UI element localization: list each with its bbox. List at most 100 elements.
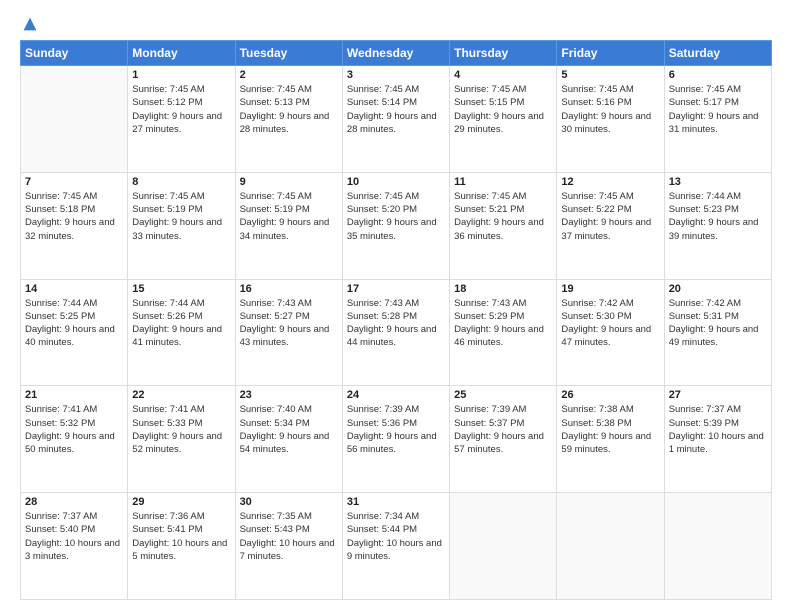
day-info: Sunrise: 7:41 AMSunset: 5:33 PMDaylight:…: [132, 403, 230, 456]
day-info: Sunrise: 7:36 AMSunset: 5:41 PMDaylight:…: [132, 510, 230, 563]
day-number: 21: [25, 389, 123, 401]
calendar-cell: 15Sunrise: 7:44 AMSunset: 5:26 PMDayligh…: [128, 279, 235, 386]
day-info: Sunrise: 7:37 AMSunset: 5:39 PMDaylight:…: [669, 403, 767, 456]
calendar-cell: 28 Sunrise: 7:37 AMSunset: 5:40 PMDayligh…: [21, 493, 128, 600]
day-info: Sunrise: 7:45 AMSunset: 5:18 PMDaylight:…: [25, 190, 123, 243]
day-number: 8: [132, 176, 230, 188]
calendar-cell: 31 Sunrise: 7:34 AMSunset: 5:44 PMDayligh…: [342, 493, 449, 600]
day-info: Sunrise: 7:45 AMSunset: 5:20 PMDaylight:…: [347, 190, 445, 243]
day-info: Sunrise: 7:37 AMSunset: 5:40 PMDaylight:…: [25, 510, 123, 563]
day-number: 11: [454, 176, 552, 188]
day-info: Sunrise: 7:39 AMSunset: 5:36 PMDaylight:…: [347, 403, 445, 456]
day-number: 25: [454, 389, 552, 401]
day-number: 13: [669, 176, 767, 188]
calendar-cell: [21, 66, 128, 173]
calendar-body: 1 Sunrise: 7:45 AMSunset: 5:12 PMDaylight…: [21, 66, 772, 600]
calendar-cell: [557, 493, 664, 600]
day-number: 9: [240, 176, 338, 188]
day-info: Sunrise: 7:39 AMSunset: 5:37 PMDaylight:…: [454, 403, 552, 456]
day-number: 4: [454, 69, 552, 81]
day-info: Sunrise: 7:34 AMSunset: 5:44 PMDaylight:…: [347, 510, 445, 563]
calendar-cell: 16 Sunrise: 7:43 AMSunset: 5:27 PMDayligh…: [235, 279, 342, 386]
header-monday: Monday: [128, 41, 235, 66]
day-number: 29: [132, 496, 230, 508]
day-info: Sunrise: 7:44 AMSunset: 5:23 PMDaylight:…: [669, 190, 767, 243]
calendar-cell: 19 Sunrise: 7:42 AMSunset: 5:30 PMDayligh…: [557, 279, 664, 386]
day-info: Sunrise: 7:38 AMSunset: 5:38 PMDaylight:…: [561, 403, 659, 456]
day-number: 14: [25, 283, 123, 295]
day-info: Sunrise: 7:45 AMSunset: 5:17 PMDaylight:…: [669, 83, 767, 136]
day-info: Sunrise: 7:45 AMSunset: 5:21 PMDaylight:…: [454, 190, 552, 243]
day-info: Sunrise: 7:45 AMSunset: 5:15 PMDaylight:…: [454, 83, 552, 136]
calendar-cell: 1 Sunrise: 7:45 AMSunset: 5:12 PMDaylight…: [128, 66, 235, 173]
day-number: 18: [454, 283, 552, 295]
day-number: 10: [347, 176, 445, 188]
day-info: Sunrise: 7:42 AMSunset: 5:31 PMDaylight:…: [669, 297, 767, 350]
day-info: Sunrise: 7:35 AMSunset: 5:43 PMDaylight:…: [240, 510, 338, 563]
calendar-cell: 6 Sunrise: 7:45 AMSunset: 5:17 PMDaylight…: [664, 66, 771, 173]
calendar-cell: 30 Sunrise: 7:35 AMSunset: 5:43 PMDayligh…: [235, 493, 342, 600]
calendar-cell: 2 Sunrise: 7:45 AMSunset: 5:13 PMDaylight…: [235, 66, 342, 173]
calendar-cell: 20 Sunrise: 7:42 AMSunset: 5:31 PMDayligh…: [664, 279, 771, 386]
day-number: 1: [132, 69, 230, 81]
day-info: Sunrise: 7:44 AMSunset: 5:26 PMDaylight:…: [132, 297, 230, 350]
calendar-cell: [664, 493, 771, 600]
calendar-cell: 21 Sunrise: 7:41 AMSunset: 5:32 PMDayligh…: [21, 386, 128, 493]
logo-icon: [22, 16, 38, 32]
day-number: 20: [669, 283, 767, 295]
calendar-cell: 14 Sunrise: 7:44 AMSunset: 5:25 PMDayligh…: [21, 279, 128, 386]
calendar-cell: 24Sunrise: 7:39 AMSunset: 5:36 PMDayligh…: [342, 386, 449, 493]
header-row: Sunday Monday Tuesday Wednesday Thursday…: [21, 41, 772, 66]
day-info: Sunrise: 7:45 AMSunset: 5:14 PMDaylight:…: [347, 83, 445, 136]
day-info: Sunrise: 7:45 AMSunset: 5:16 PMDaylight:…: [561, 83, 659, 136]
day-number: 30: [240, 496, 338, 508]
calendar-cell: 29 Sunrise: 7:36 AMSunset: 5:41 PMDayligh…: [128, 493, 235, 600]
calendar-cell: 4 Sunrise: 7:45 AMSunset: 5:15 PMDaylight…: [450, 66, 557, 173]
day-number: 23: [240, 389, 338, 401]
header-wednesday: Wednesday: [342, 41, 449, 66]
day-number: 3: [347, 69, 445, 81]
day-number: 7: [25, 176, 123, 188]
calendar-cell: 17 Sunrise: 7:43 AMSunset: 5:28 PMDayligh…: [342, 279, 449, 386]
header-tuesday: Tuesday: [235, 41, 342, 66]
calendar-table: Sunday Monday Tuesday Wednesday Thursday…: [20, 40, 772, 600]
day-number: 17: [347, 283, 445, 295]
day-info: Sunrise: 7:45 AMSunset: 5:19 PMDaylight:…: [240, 190, 338, 243]
day-info: Sunrise: 7:45 AMSunset: 5:12 PMDaylight:…: [132, 83, 230, 136]
calendar-cell: 9 Sunrise: 7:45 AMSunset: 5:19 PMDaylight…: [235, 172, 342, 279]
day-info: Sunrise: 7:40 AMSunset: 5:34 PMDaylight:…: [240, 403, 338, 456]
day-info: Sunrise: 7:45 AMSunset: 5:22 PMDaylight:…: [561, 190, 659, 243]
day-number: 5: [561, 69, 659, 81]
day-number: 2: [240, 69, 338, 81]
header-sunday: Sunday: [21, 41, 128, 66]
day-number: 6: [669, 69, 767, 81]
day-info: Sunrise: 7:43 AMSunset: 5:29 PMDaylight:…: [454, 297, 552, 350]
calendar-cell: 10 Sunrise: 7:45 AMSunset: 5:20 PMDayligh…: [342, 172, 449, 279]
day-info: Sunrise: 7:45 AMSunset: 5:13 PMDaylight:…: [240, 83, 338, 136]
day-info: Sunrise: 7:45 AMSunset: 5:19 PMDaylight:…: [132, 190, 230, 243]
calendar-cell: 13 Sunrise: 7:44 AMSunset: 5:23 PMDayligh…: [664, 172, 771, 279]
day-number: 16: [240, 283, 338, 295]
calendar-cell: 3 Sunrise: 7:45 AMSunset: 5:14 PMDaylight…: [342, 66, 449, 173]
calendar-cell: [450, 493, 557, 600]
day-number: 27: [669, 389, 767, 401]
day-number: 26: [561, 389, 659, 401]
day-info: Sunrise: 7:42 AMSunset: 5:30 PMDaylight:…: [561, 297, 659, 350]
day-info: Sunrise: 7:43 AMSunset: 5:28 PMDaylight:…: [347, 297, 445, 350]
logo: [20, 16, 39, 32]
calendar-cell: 22 Sunrise: 7:41 AMSunset: 5:33 PMDayligh…: [128, 386, 235, 493]
calendar-cell: 11 Sunrise: 7:45 AMSunset: 5:21 PMDayligh…: [450, 172, 557, 279]
day-number: 28: [25, 496, 123, 508]
day-number: 19: [561, 283, 659, 295]
day-number: 31: [347, 496, 445, 508]
header-friday: Friday: [557, 41, 664, 66]
calendar-cell: 26 Sunrise: 7:38 AMSunset: 5:38 PMDayligh…: [557, 386, 664, 493]
calendar-cell: 18 Sunrise: 7:43 AMSunset: 5:29 PMDayligh…: [450, 279, 557, 386]
header: [20, 16, 772, 32]
calendar-cell: 12Sunrise: 7:45 AMSunset: 5:22 PMDayligh…: [557, 172, 664, 279]
day-info: Sunrise: 7:44 AMSunset: 5:25 PMDaylight:…: [25, 297, 123, 350]
day-info: Sunrise: 7:41 AMSunset: 5:32 PMDaylight:…: [25, 403, 123, 456]
day-info: Sunrise: 7:43 AMSunset: 5:27 PMDaylight:…: [240, 297, 338, 350]
day-number: 22: [132, 389, 230, 401]
page: Sunday Monday Tuesday Wednesday Thursday…: [0, 0, 792, 612]
